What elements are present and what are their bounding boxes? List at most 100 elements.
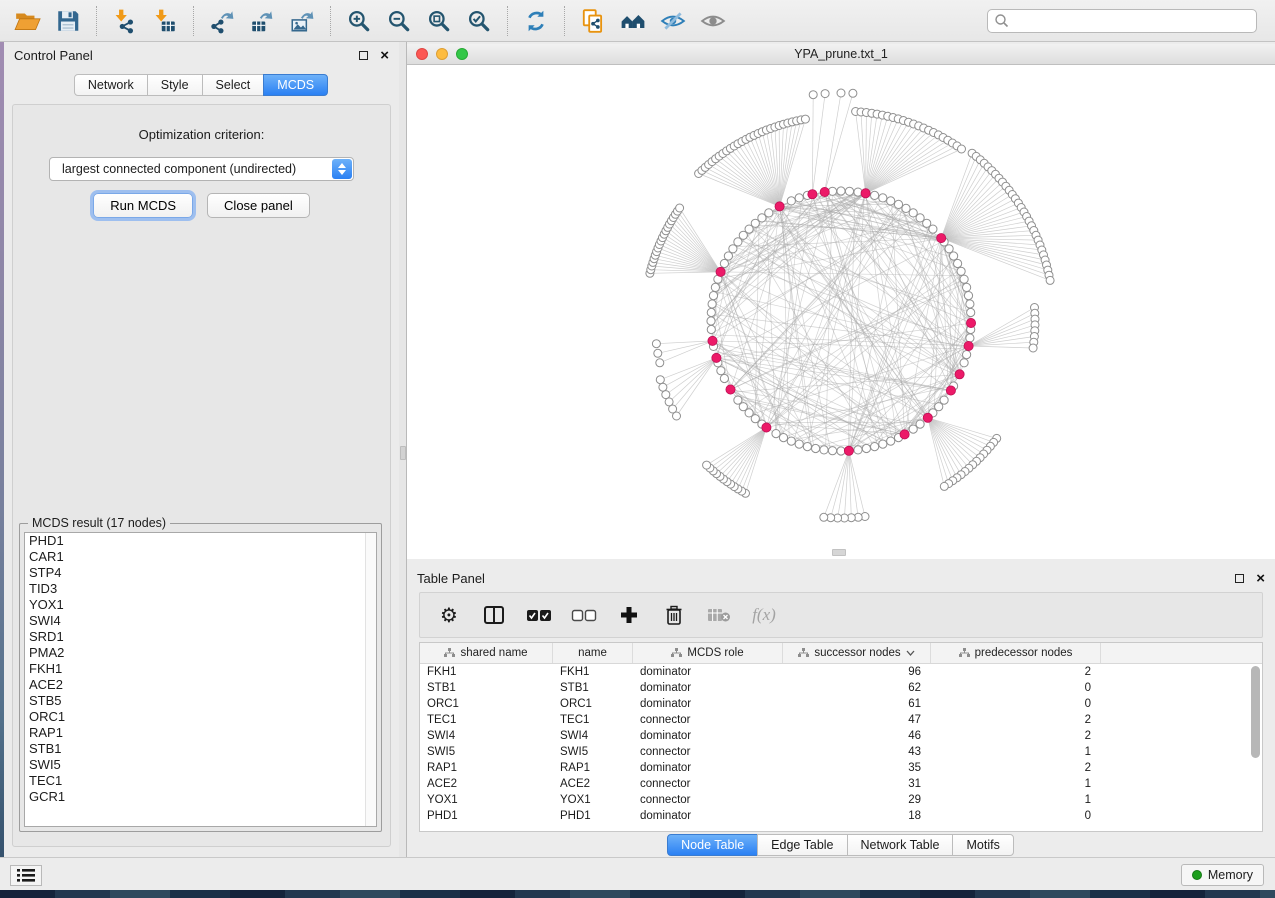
- split-view-icon[interactable]: [481, 602, 507, 628]
- column-header-successor-nodes[interactable]: successor nodes: [783, 643, 931, 663]
- save-session-icon[interactable]: [48, 4, 88, 38]
- close-table-panel-icon[interactable]: ×: [1256, 574, 1265, 583]
- mcds-result-item[interactable]: RAP1: [25, 725, 376, 741]
- column-header-name[interactable]: name: [553, 643, 633, 663]
- table-row[interactable]: SWI4SWI4dominator462: [420, 728, 1262, 744]
- mcds-result-item[interactable]: ORC1: [25, 709, 376, 725]
- control-panel-title: Control Panel: [14, 48, 93, 63]
- import-network-icon[interactable]: [105, 4, 145, 38]
- clone-network-icon[interactable]: [573, 4, 613, 38]
- hide-graphics-icon[interactable]: [653, 4, 693, 38]
- add-icon[interactable]: [616, 602, 642, 628]
- mcds-result-group: MCDS result (17 nodes) PHD1CAR1STP4TID3Y…: [19, 523, 382, 832]
- table-tabs: Node Table Edge Table Network Table Moti…: [407, 834, 1275, 856]
- select-all-icon[interactable]: [526, 602, 552, 628]
- table-row[interactable]: STB1STB1dominator620: [420, 680, 1262, 696]
- search-input[interactable]: [987, 9, 1257, 33]
- network-canvas[interactable]: [407, 65, 1275, 559]
- delete-icon[interactable]: [661, 602, 687, 628]
- float-table-panel-icon[interactable]: [1235, 574, 1244, 583]
- column-header-mcds-role[interactable]: MCDS role: [633, 643, 783, 663]
- table-row[interactable]: TEC1TEC1connector472: [420, 712, 1262, 728]
- tab-style[interactable]: Style: [147, 74, 203, 96]
- mcds-result-item[interactable]: SWI5: [25, 757, 376, 773]
- network-view-window: YPA_prune.txt_1: [407, 42, 1275, 565]
- mcds-result-item[interactable]: ACE2: [25, 677, 376, 693]
- table-row[interactable]: ORC1ORC1dominator610: [420, 696, 1262, 712]
- zoom-out-icon[interactable]: [379, 4, 419, 38]
- table-scrollbar[interactable]: [1251, 666, 1260, 827]
- tab-select[interactable]: Select: [202, 74, 265, 96]
- mcds-result-item[interactable]: STB5: [25, 693, 376, 709]
- zoom-selected-icon[interactable]: [459, 4, 499, 38]
- table-toolbar: ⚙ f(x): [419, 592, 1263, 638]
- network-graph[interactable]: [407, 65, 1275, 559]
- table-scrollbar-thumb[interactable]: [1251, 666, 1260, 758]
- table-row[interactable]: YOX1YOX1connector291: [420, 792, 1262, 808]
- mcds-result-list[interactable]: PHD1CAR1STP4TID3YOX1SWI4SRD1PMA2FKH1ACE2…: [24, 532, 377, 827]
- export-table-icon[interactable]: [242, 4, 282, 38]
- tab-network[interactable]: Network: [74, 74, 148, 96]
- select-stepper-icon: [332, 159, 352, 179]
- optimization-criterion-label: Optimization criterion:: [13, 127, 390, 142]
- mcds-result-item[interactable]: STB1: [25, 741, 376, 757]
- export-image-icon[interactable]: [282, 4, 322, 38]
- table-row[interactable]: SWI5SWI5connector431: [420, 744, 1262, 760]
- desktop-wallpaper-bottom: [0, 890, 1275, 898]
- tab-edge-table[interactable]: Edge Table: [757, 834, 847, 856]
- tab-mcds[interactable]: MCDS: [263, 74, 328, 96]
- mcds-result-item[interactable]: CAR1: [25, 549, 376, 565]
- import-table-icon[interactable]: [145, 4, 185, 38]
- home-welcome-icon[interactable]: [613, 4, 653, 38]
- column-header-filler: [1101, 643, 1262, 663]
- mcds-result-title: MCDS result (17 nodes): [28, 516, 170, 530]
- status-bar: Memory: [0, 857, 1275, 890]
- memory-button[interactable]: Memory: [1181, 864, 1264, 886]
- show-graphics-icon[interactable]: [693, 4, 733, 38]
- close-panel-button[interactable]: Close panel: [207, 193, 310, 218]
- column-header-shared-name[interactable]: shared name: [420, 643, 553, 663]
- table-row[interactable]: FKH1FKH1dominator962: [420, 664, 1262, 680]
- network-window-titlebar[interactable]: YPA_prune.txt_1: [407, 44, 1275, 65]
- vertical-splitter[interactable]: [399, 42, 407, 857]
- mcds-result-item[interactable]: FKH1: [25, 661, 376, 677]
- mcds-result-item[interactable]: SRD1: [25, 629, 376, 645]
- table-settings-icon[interactable]: ⚙: [436, 602, 462, 628]
- deselect-all-icon[interactable]: [571, 602, 597, 628]
- mcds-result-item[interactable]: YOX1: [25, 597, 376, 613]
- tab-network-table[interactable]: Network Table: [847, 834, 954, 856]
- refresh-view-icon[interactable]: [516, 4, 556, 38]
- delete-table-icon[interactable]: [706, 602, 732, 628]
- column-header-predecessor-nodes[interactable]: predecessor nodes: [931, 643, 1101, 663]
- close-panel-icon[interactable]: ×: [380, 51, 389, 60]
- horizontal-splitter-grip[interactable]: [832, 549, 846, 556]
- optimization-criterion-select[interactable]: largest connected component (undirected): [49, 157, 354, 181]
- mcds-result-item[interactable]: SWI4: [25, 613, 376, 629]
- run-mcds-button[interactable]: Run MCDS: [93, 193, 193, 218]
- splitter-grip[interactable]: [400, 446, 406, 460]
- mcds-result-item[interactable]: TEC1: [25, 773, 376, 789]
- show-log-button[interactable]: [10, 865, 42, 886]
- open-file-icon[interactable]: [8, 4, 48, 38]
- function-builder-icon[interactable]: f(x): [751, 602, 777, 628]
- zoom-in-icon[interactable]: [339, 4, 379, 38]
- memory-status-icon: [1192, 870, 1202, 880]
- table-panel-title: Table Panel: [417, 571, 485, 586]
- table-row[interactable]: PHD1PHD1dominator180: [420, 808, 1262, 824]
- memory-label: Memory: [1208, 868, 1253, 882]
- zoom-fit-icon[interactable]: [419, 4, 459, 38]
- mcds-result-item[interactable]: GCR1: [25, 789, 376, 805]
- node-table-body: FKH1FKH1dominator962STB1STB1dominator620…: [420, 664, 1262, 824]
- result-list-scrollbar[interactable]: [365, 533, 376, 826]
- tab-node-table[interactable]: Node Table: [667, 834, 758, 856]
- mcds-result-item[interactable]: STP4: [25, 565, 376, 581]
- table-row[interactable]: ACE2ACE2connector311: [420, 776, 1262, 792]
- mcds-result-item[interactable]: TID3: [25, 581, 376, 597]
- export-network-icon[interactable]: [202, 4, 242, 38]
- table-row[interactable]: RAP1RAP1dominator352: [420, 760, 1262, 776]
- mcds-result-item[interactable]: PHD1: [25, 533, 376, 549]
- tab-motifs[interactable]: Motifs: [952, 834, 1013, 856]
- control-panel: Control Panel × Network Style Select MCD…: [4, 42, 399, 857]
- mcds-result-item[interactable]: PMA2: [25, 645, 376, 661]
- float-panel-icon[interactable]: [359, 51, 368, 60]
